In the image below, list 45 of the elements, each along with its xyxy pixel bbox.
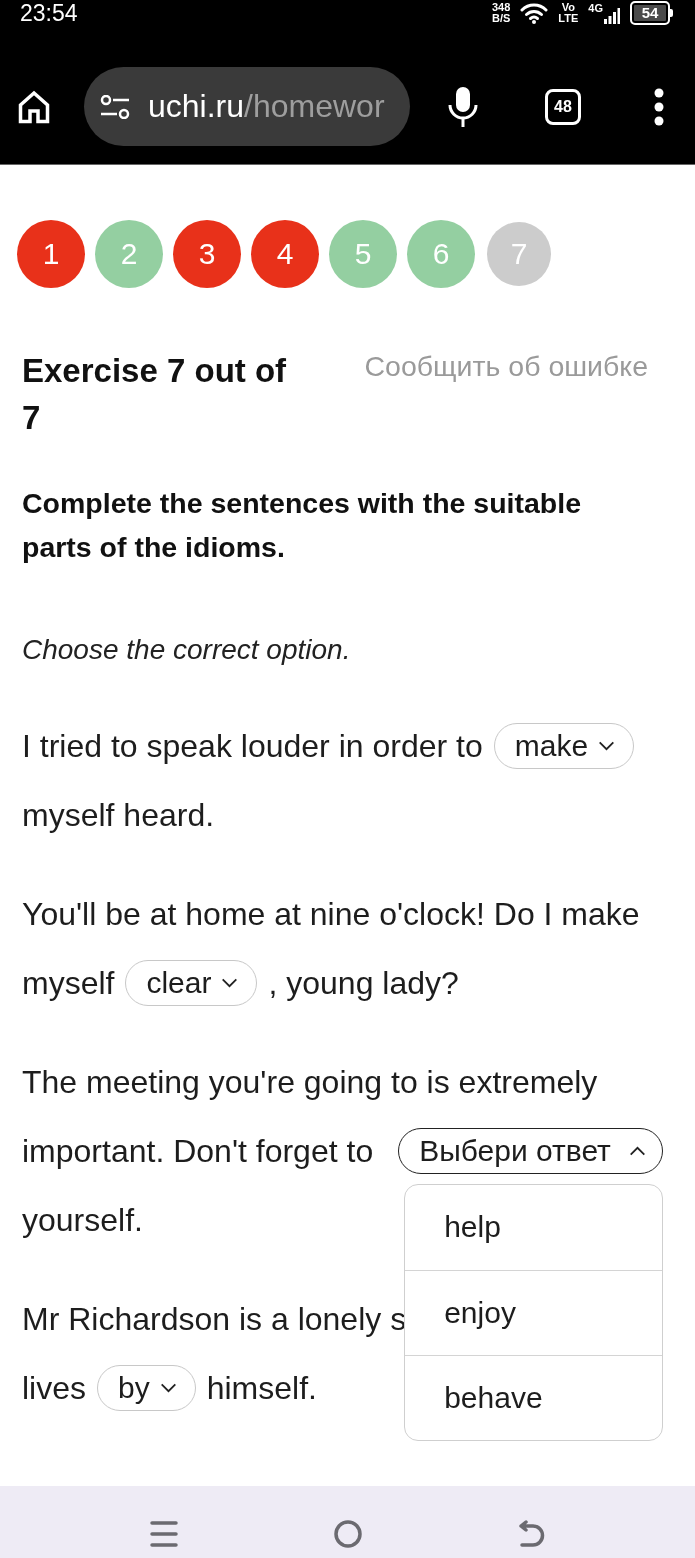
exercise-step-button[interactable]: 1: [17, 220, 85, 288]
dropdown-option[interactable]: help: [405, 1184, 663, 1270]
wifi-icon: [520, 2, 549, 24]
answer-dropdown[interactable]: clear: [125, 959, 258, 1006]
answer-dropdown[interactable]: by: [97, 1364, 196, 1411]
hint-text: Choose the correct option.: [22, 633, 352, 667]
sentence-text: myself heard.: [22, 795, 215, 835]
microphone-icon[interactable]: [447, 85, 479, 128]
tune-icon[interactable]: [100, 94, 130, 119]
sentence-text: myself: [22, 963, 115, 1003]
exercise-step-button[interactable]: 4: [251, 220, 319, 288]
network-speed-unit: B/S: [492, 13, 511, 24]
answer-dropdown[interactable]: make: [493, 722, 635, 769]
chevron-down-icon: [159, 1382, 177, 1393]
sentence-text: , young lady?: [268, 963, 459, 1003]
chevron-up-icon: [628, 1145, 646, 1156]
sentence-text: himself.: [206, 1368, 317, 1408]
volte-label-top: Vo: [561, 2, 575, 13]
instruction-text: Complete the sentences with the suitable parts of the idioms.: [22, 486, 583, 565]
sentence-text: The meeting you're going to is extremely: [22, 1062, 598, 1102]
address-bar[interactable]: uchi.ru/homewor: [84, 67, 410, 146]
sentence-text: lives: [22, 1368, 86, 1408]
status-time: 23:54: [20, 0, 78, 26]
chevron-down-icon: [221, 977, 239, 988]
dropdown-option[interactable]: behave: [405, 1354, 663, 1440]
sentence-text: You'll be at home at nine o'clock! Do I make: [22, 894, 640, 934]
exercise-step-button[interactable]: 3: [173, 220, 241, 288]
signal-icon: [604, 8, 620, 24]
url-text: uchi.ru/homewor: [148, 88, 385, 125]
tab-count-button[interactable]: 48: [545, 88, 581, 125]
sentence-text: important. Don't forget to: [22, 1131, 374, 1171]
network-type-label: 4G: [588, 3, 603, 14]
exercise-title: Exercise 7 out of 7: [22, 351, 288, 438]
sentence-text: Mr Richardson is a lonely s: [22, 1299, 407, 1339]
volte-label-bottom: LTE: [558, 13, 579, 24]
answer-dropdown[interactable]: Выбери ответ: [398, 1127, 663, 1174]
menu-icon[interactable]: [653, 87, 665, 126]
sentence-text: yourself.: [22, 1200, 143, 1240]
back-icon[interactable]: [517, 1520, 545, 1548]
battery-indicator: 54: [630, 1, 673, 25]
recent-apps-icon[interactable]: [150, 1520, 178, 1548]
chevron-down-icon: [598, 740, 616, 751]
sentence-text: I tried to speak louder in order to: [22, 726, 483, 766]
network-speed-value: 348: [492, 2, 511, 13]
dropdown-option[interactable]: enjoy: [405, 1269, 663, 1355]
